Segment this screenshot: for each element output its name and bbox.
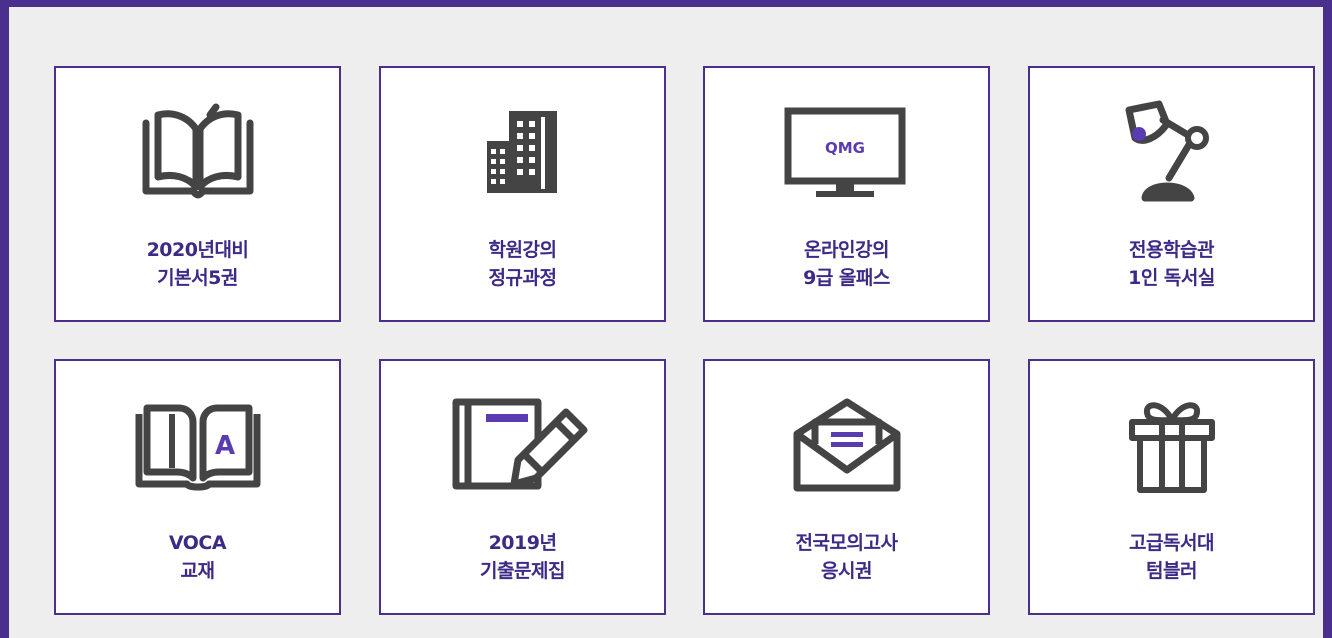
benefit-label: 학원강의 정규과정 [488,239,557,289]
benefit-label: 전국모의고사 응시권 [795,532,898,582]
benefit-label: 2019년 기출문제집 [480,532,565,582]
desk-lamp-icon [1030,98,1313,208]
benefit-card-tumbler: 고급독서대 텀블러 [1028,359,1315,615]
benefit-label: VOCA 교재 [168,532,227,582]
building-icon [381,98,664,208]
benefit-card-voca-book: A VOCA 교재 [54,359,341,615]
notebook-pencil-icon [381,391,664,501]
benefit-label: 온라인강의 9급 올패스 [803,239,890,289]
benefit-card-online-lecture: QMG 온라인강의 9급 올패스 [703,66,990,322]
benefit-card-mock-exam: 전국모의고사 응시권 [703,359,990,615]
benefit-card-academy-lecture: 학원강의 정규과정 [379,66,666,322]
benefit-card-study-room: 전용학습관 1인 독서실 [1028,66,1315,322]
benefit-card-textbooks: 2020년대비 기본서5권 [54,66,341,322]
benefit-label: 전용학습관 1인 독서실 [1128,239,1215,289]
benefit-label: 고급독서대 텀블러 [1129,532,1214,582]
monitor-screen-text: QMG [825,139,865,157]
benefit-card-past-exams: 2019년 기출문제집 [379,359,666,615]
benefits-panel: 2020년대비 기본서5권 학원강의 정규과정 QMG 온라인강의 9급 올패스… [0,0,1332,638]
monitor-icon: QMG [705,98,988,208]
book-letter: A [214,431,234,461]
open-book-icon [56,98,339,208]
vocab-book-icon: A [56,391,339,501]
benefit-label: 2020년대비 기본서5권 [146,239,249,289]
gift-icon [1030,391,1313,501]
envelope-icon [705,391,988,501]
